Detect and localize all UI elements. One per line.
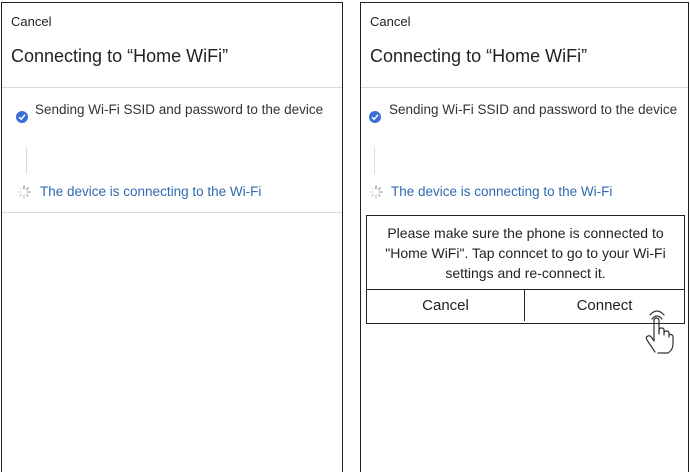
tap-hand-icon bbox=[645, 310, 674, 354]
page-title: Connecting to “Home WiFi” bbox=[370, 46, 588, 66]
step-sending-label: Sending Wi-Fi SSID and password to the d… bbox=[35, 102, 324, 117]
step-connector bbox=[374, 147, 375, 174]
step-connecting-label: The device is connecting to the Wi-Fi bbox=[40, 184, 262, 199]
spinner-icon bbox=[17, 185, 31, 199]
dialog-button-row: Cancel Connect bbox=[367, 289, 684, 323]
cancel-link[interactable]: Cancel bbox=[370, 14, 410, 29]
wifi-reconnect-dialog: Please make sure the phone is connected … bbox=[366, 215, 685, 324]
cancel-link[interactable]: Cancel bbox=[11, 14, 51, 29]
header-divider bbox=[361, 87, 688, 88]
step-connecting-label: The device is connecting to the Wi-Fi bbox=[391, 184, 613, 199]
step-connector bbox=[26, 147, 27, 174]
page-title: Connecting to “Home WiFi” bbox=[11, 46, 229, 66]
dialog-cancel-button[interactable]: Cancel bbox=[367, 290, 525, 321]
step-sending-label: Sending Wi-Fi SSID and password to the d… bbox=[389, 102, 678, 117]
right-phone-screen: Cancel Connecting to “Home WiFi” Sending… bbox=[360, 2, 689, 472]
left-phone-screen: Cancel Connecting to “Home WiFi” Sending… bbox=[1, 2, 343, 472]
spinner-icon bbox=[369, 185, 383, 199]
check-circle-icon bbox=[369, 111, 381, 123]
header-divider bbox=[2, 87, 342, 88]
check-circle-icon bbox=[16, 111, 28, 123]
dialog-message: Please make sure the phone is connected … bbox=[385, 225, 666, 281]
steps-divider bbox=[2, 212, 342, 213]
